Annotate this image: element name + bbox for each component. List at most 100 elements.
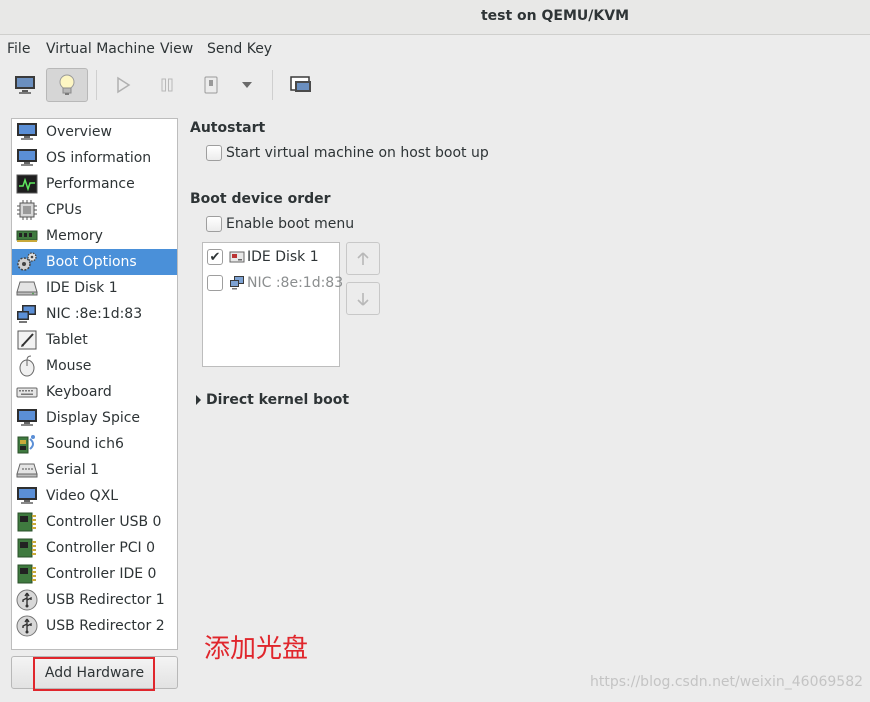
hw-item-display-spice[interactable]: Display Spice: [12, 405, 177, 431]
boot-device-row[interactable]: NIC :8e:1d:83: [207, 271, 343, 295]
hw-item-boot-options[interactable]: Boot Options: [12, 249, 177, 275]
shutdown-menu-button[interactable]: [226, 68, 268, 102]
disk-icon: [229, 251, 245, 263]
hw-item-overview[interactable]: Overview: [12, 119, 177, 145]
gears-icon: [17, 252, 37, 271]
hw-item-label: Controller IDE 0: [46, 566, 157, 582]
hw-item-nic[interactable]: NIC :8e:1d:83: [12, 301, 177, 327]
serial-icon: [16, 463, 38, 478]
controller-icon: [17, 564, 36, 584]
boot-device-list[interactable]: ✔ IDE Disk 1 NIC :8e:1d:83: [202, 242, 343, 367]
hw-item-memory[interactable]: Memory: [12, 223, 177, 249]
hw-item-performance[interactable]: Performance: [12, 171, 177, 197]
highlight-box: [33, 657, 155, 691]
hw-item-os-information[interactable]: OS information: [12, 145, 177, 171]
sound-icon: [17, 435, 35, 454]
hw-item-label: OS information: [46, 150, 152, 166]
hw-item-label: USB Redirector 1: [46, 592, 165, 608]
hw-item-label: Serial 1: [46, 462, 99, 478]
disk-icon: [16, 281, 38, 296]
menu-file[interactable]: File: [7, 41, 30, 57]
power-icon: [204, 76, 218, 94]
hw-item-ide-disk-1[interactable]: IDE Disk 1: [12, 275, 177, 301]
boot-device-row[interactable]: ✔ IDE Disk 1: [207, 245, 319, 269]
hw-item-label: IDE Disk 1: [46, 280, 118, 296]
move-up-button[interactable]: [346, 242, 380, 275]
hw-item-label: Controller USB 0: [46, 514, 162, 530]
network-icon: [17, 305, 36, 323]
arrow-up-icon: [357, 251, 369, 265]
hw-item-controller-pci-0[interactable]: Controller PCI 0: [12, 535, 177, 561]
cpu-icon: [17, 200, 37, 220]
tablet-icon: [17, 330, 37, 350]
play-icon: [117, 76, 131, 94]
direct-kernel-boot-expander[interactable]: Direct kernel boot: [196, 392, 349, 408]
fullscreen-button[interactable]: [280, 68, 322, 102]
monitor-icon: [15, 76, 35, 94]
window-title: test on QEMU/KVM: [480, 8, 630, 24]
hw-item-label: USB Redirector 2: [46, 618, 165, 634]
chevron-down-icon: [242, 82, 252, 88]
hw-item-usb-redirector-1[interactable]: USB Redirector 1: [12, 587, 177, 613]
hw-item-mouse[interactable]: Mouse: [12, 353, 177, 379]
boot-device-label: IDE Disk 1: [247, 249, 319, 265]
pause-button[interactable]: [146, 68, 188, 102]
show-console-button[interactable]: [4, 68, 46, 102]
show-details-button[interactable]: [46, 68, 88, 102]
memory-icon: [16, 230, 38, 242]
menu-send-key[interactable]: Send Key: [207, 41, 272, 57]
hw-item-keyboard[interactable]: Keyboard: [12, 379, 177, 405]
autostart-checkbox-label[interactable]: Start virtual machine on host boot up: [226, 145, 489, 161]
menu-bar: File Virtual Machine View Send Key: [0, 36, 870, 63]
hw-item-tablet[interactable]: Tablet: [12, 327, 177, 353]
performance-icon: [16, 174, 38, 194]
lightbulb-icon: [59, 74, 75, 95]
hw-item-label: CPUs: [46, 202, 82, 218]
pause-icon: [161, 78, 173, 92]
enable-boot-menu-label[interactable]: Enable boot menu: [226, 216, 354, 232]
hw-item-label: Controller PCI 0: [46, 540, 156, 556]
mouse-icon: [19, 355, 35, 377]
title-bar: test on QEMU/KVM: [0, 0, 870, 35]
video-icon: [17, 487, 37, 504]
toolbar-separator: [272, 70, 273, 100]
controller-icon: [17, 538, 36, 558]
display-icon: [17, 409, 37, 426]
boot-device-checkbox[interactable]: [207, 275, 223, 291]
autostart-title: Autostart: [190, 120, 266, 136]
expander-arrow-icon: [196, 395, 201, 405]
usb-icon: [16, 589, 38, 611]
hw-item-cpus[interactable]: CPUs: [12, 197, 177, 223]
toolbar: [0, 64, 870, 108]
hw-item-label: Memory: [46, 228, 103, 244]
keyboard-icon: [16, 387, 38, 398]
autostart-checkbox[interactable]: [206, 145, 222, 161]
hw-item-label: Overview: [46, 124, 112, 140]
monitor-icon: [17, 149, 37, 166]
hw-item-label: NIC :8e:1d:83: [46, 306, 143, 322]
network-icon: [230, 276, 244, 290]
toolbar-separator: [96, 70, 97, 100]
arrow-down-icon: [357, 292, 369, 306]
hw-item-controller-usb-0[interactable]: Controller USB 0: [12, 509, 177, 535]
menu-view[interactable]: View: [160, 41, 193, 57]
hw-item-usb-redirector-2[interactable]: USB Redirector 2: [12, 613, 177, 639]
hw-item-controller-ide-0[interactable]: Controller IDE 0: [12, 561, 177, 587]
run-button[interactable]: [102, 68, 144, 102]
hw-item-label: Keyboard: [46, 384, 112, 400]
hw-item-serial-1[interactable]: Serial 1: [12, 457, 177, 483]
hardware-list[interactable]: Overview OS information Performance CPUs…: [11, 118, 178, 650]
menu-virtual-machine[interactable]: Virtual Machine: [46, 41, 155, 57]
enable-boot-menu-checkbox[interactable]: [206, 216, 222, 232]
monitor-icon: [17, 123, 37, 140]
hw-item-label: Video QXL: [46, 488, 119, 504]
hw-item-label: Performance: [46, 176, 135, 192]
boot-device-label: NIC :8e:1d:83: [247, 275, 344, 291]
boot-device-checkbox[interactable]: ✔: [207, 249, 223, 265]
watermark: https://blog.csdn.net/weixin_46069582: [590, 674, 864, 690]
move-down-button[interactable]: [346, 282, 380, 315]
hw-item-video-qxl[interactable]: Video QXL: [12, 483, 177, 509]
hw-item-label: Mouse: [46, 358, 92, 374]
hw-item-sound-ich6[interactable]: Sound ich6: [12, 431, 177, 457]
hw-item-label: Tablet: [46, 332, 88, 348]
